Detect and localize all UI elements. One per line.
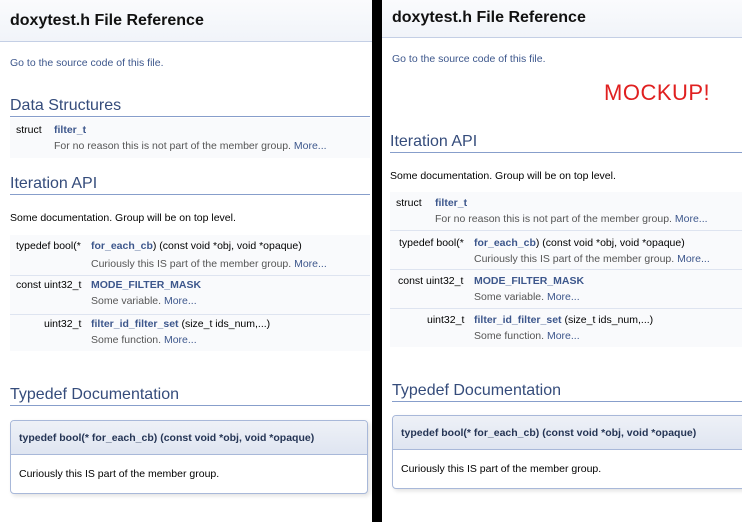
more-link[interactable]: More... (164, 334, 197, 346)
member-type: uint32_t (427, 314, 465, 326)
member-type: typedef bool(* (16, 240, 81, 252)
source-code-link[interactable]: Go to the source code of this file. (392, 53, 546, 65)
member-link-for-each-cb[interactable]: for_each_cb (474, 237, 536, 249)
section-divider (10, 405, 370, 406)
member-signature: filter_id_filter_set (size_t ids_num,...… (91, 318, 271, 330)
member-type: uint32_t (44, 318, 82, 330)
more-link[interactable]: More... (675, 213, 708, 225)
group-documentation: Some documentation. Group will be on top… (10, 212, 236, 224)
member-link-mode-filter-mask[interactable]: MODE_FILTER_MASK (91, 279, 201, 291)
member-link-mode-filter-mask[interactable]: MODE_FILTER_MASK (474, 275, 584, 287)
title-bar: doxytest.h File Reference (0, 0, 372, 42)
member-brief: Some variable. More... (91, 295, 197, 307)
member-type: const uint32_t (16, 279, 82, 291)
member-brief: Curiously this IS part of the member gro… (474, 253, 710, 265)
iteration-api-heading: Iteration API (390, 133, 478, 150)
member-link-filter-id-filter-set[interactable]: filter_id_filter_set (91, 318, 179, 330)
section-divider (10, 194, 370, 195)
more-link[interactable]: More... (294, 258, 327, 270)
member-link-filter-id-filter-set[interactable]: filter_id_filter_set (474, 314, 562, 326)
typedef-doc-body: Curiously this IS part of the member gro… (19, 468, 220, 480)
member-brief: Some function. More... (91, 334, 197, 346)
typedef-doc-header: typedef bool(* for_each_cb) (const void … (11, 421, 367, 455)
more-link[interactable]: More... (164, 295, 197, 307)
typedef-documentation-heading: Typedef Documentation (392, 382, 561, 399)
member-brief: For no reason this is not part of the me… (435, 213, 708, 225)
section-divider (392, 401, 742, 402)
member-type: typedef bool(* (399, 237, 464, 249)
member-brief: Some function. More... (474, 330, 580, 342)
more-link[interactable]: More... (294, 140, 327, 152)
member-type: struct (396, 197, 422, 209)
member-signature: for_each_cb) (const void *obj, void *opa… (474, 237, 685, 249)
mockup-label: MOCKUP! (604, 80, 711, 105)
member-brief: Some variable. More... (474, 291, 580, 303)
section-divider (390, 152, 742, 153)
typedef-doc-title: typedef bool(* for_each_cb) (const void … (401, 427, 697, 439)
page-title: doxytest.h File Reference (392, 9, 586, 26)
member-type: const uint32_t (398, 275, 464, 287)
typedef-doc-header: typedef bool(* for_each_cb) (const void … (393, 416, 742, 450)
group-documentation: Some documentation. Group will be on top… (390, 170, 616, 182)
typedef-doc-body: Curiously this IS part of the member gro… (401, 463, 602, 475)
member-brief: For no reason this is not part of the me… (54, 140, 327, 152)
member-link-for-each-cb[interactable]: for_each_cb (91, 240, 153, 252)
section-divider (10, 116, 370, 117)
iteration-api-heading: Iteration API (10, 175, 98, 192)
typedef-documentation-heading: Typedef Documentation (10, 386, 179, 403)
typedef-doc-box: typedef bool(* for_each_cb) (const void … (392, 415, 742, 489)
more-link[interactable]: More... (547, 330, 580, 342)
data-structures-heading: Data Structures (10, 97, 122, 114)
member-signature: filter_id_filter_set (size_t ids_num,...… (474, 314, 654, 326)
page-title: doxytest.h File Reference (10, 12, 204, 29)
member-type: struct (16, 124, 42, 136)
right-panel: doxytest.h File Reference Go to the sour… (382, 0, 742, 522)
typedef-doc-title: typedef bool(* for_each_cb) (const void … (19, 432, 315, 444)
typedef-doc-box: typedef bool(* for_each_cb) (const void … (10, 420, 368, 494)
more-link[interactable]: More... (677, 253, 710, 265)
member-link-filter-t[interactable]: filter_t (54, 124, 86, 136)
title-bar: doxytest.h File Reference (382, 0, 742, 38)
member-signature: for_each_cb) (const void *obj, void *opa… (91, 240, 302, 252)
left-panel: doxytest.h File Reference Go to the sour… (0, 0, 372, 522)
source-code-link[interactable]: Go to the source code of this file. (10, 57, 164, 69)
member-brief: Curiously this IS part of the member gro… (91, 258, 327, 270)
more-link[interactable]: More... (547, 291, 580, 303)
member-link-filter-t[interactable]: filter_t (435, 197, 467, 209)
